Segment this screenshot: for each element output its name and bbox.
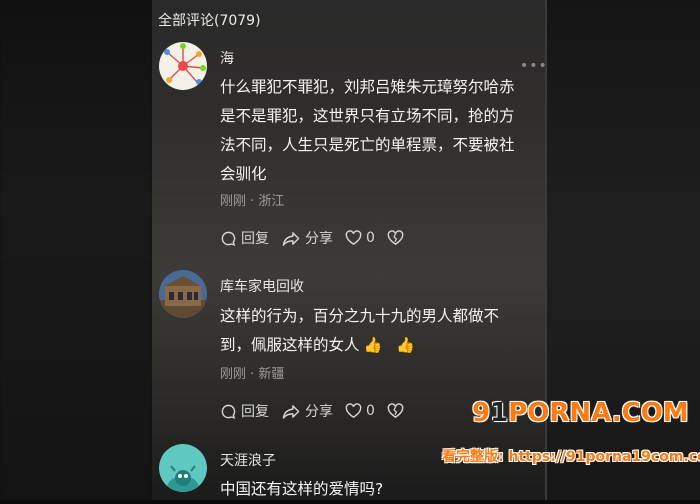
avatar[interactable] <box>159 42 207 90</box>
watermark-logo-prefix: 9 <box>472 398 491 428</box>
reply-label: 回复 <box>241 231 269 247</box>
comment-text-fragment: 到，佩服这样的女人 <box>220 336 360 354</box>
reply-button[interactable]: 回复 <box>220 228 269 248</box>
like-count: 0 <box>366 403 375 419</box>
broken-heart-icon <box>387 230 404 245</box>
broken-heart-icon <box>387 403 404 418</box>
reply-icon <box>221 404 236 419</box>
like-count: 0 <box>366 230 375 246</box>
watermark-logo: 91PORNA.COM <box>472 398 689 428</box>
share-button[interactable]: 分享 <box>281 401 333 421</box>
watermark-logo-one: 1 <box>490 398 509 428</box>
share-label: 分享 <box>305 231 333 247</box>
comment-text: 什么罪犯不罪犯，刘邦吕雉朱元璋努尔哈赤 是不是罪犯，这世界只有立场不同，抢的方 … <box>220 73 538 189</box>
comment-username[interactable]: 库车家电回收 <box>220 276 304 296</box>
avatar[interactable] <box>159 270 207 318</box>
thumbs-up-emoji: 👍 <box>363 336 383 354</box>
like-button[interactable]: 0 <box>345 230 375 246</box>
comment-username[interactable]: 天涯浪子 <box>220 450 276 470</box>
share-icon <box>282 404 300 419</box>
like-button[interactable]: 0 <box>345 403 375 419</box>
comment-text-line-with-emoji: 到，佩服这样的女人 👍 👍 <box>220 331 538 360</box>
background-video-left <box>0 0 152 500</box>
comment-text-line: 什么罪犯不罪犯，刘邦吕雉朱元璋努尔哈赤 <box>220 78 515 96</box>
comment-text: 这样的行为，百分之九十九的男人都做不 到，佩服这样的女人 👍 👍 <box>220 302 538 360</box>
share-icon <box>282 231 300 246</box>
comment-text-line: 法不同，人生只是死亡的单程票，不要被社 <box>220 136 515 154</box>
watermark-text: 看完整版: https://91porna19com.com <box>442 449 700 465</box>
watermark-logo-rest: PORNA.COM <box>508 398 689 428</box>
dislike-button[interactable] <box>387 403 408 419</box>
thumbs-up-emoji: 👍 <box>396 336 415 354</box>
comment-meta: 刚刚 · 新疆 <box>220 367 285 382</box>
avatar[interactable] <box>159 444 207 492</box>
share-label: 分享 <box>305 404 333 420</box>
share-button[interactable]: 分享 <box>281 228 333 248</box>
comment-actions: 回复 分享 0 <box>220 401 420 421</box>
heart-icon <box>345 230 362 245</box>
dislike-button[interactable] <box>387 230 408 246</box>
comment-text-line: 这样的行为，百分之九十九的男人都做不 <box>220 307 500 325</box>
comment-meta: 刚刚 · 浙江 <box>220 194 285 209</box>
comment-actions: 回复 分享 0 <box>220 228 420 248</box>
heart-icon <box>345 403 362 418</box>
ellipsis-icon[interactable]: ••• <box>520 58 548 74</box>
reply-label: 回复 <box>241 404 269 420</box>
comment-text-line: 是不是罪犯，这世界只有立场不同，抢的方 <box>220 107 515 125</box>
watermark: 91PORNA.COM 看完整版: https://91porna19com.c… <box>442 398 700 478</box>
comment-username[interactable]: 海 <box>220 48 234 68</box>
reply-icon <box>221 231 236 246</box>
comments-header: 全部评论(7079) <box>158 13 261 29</box>
reply-button[interactable]: 回复 <box>220 401 269 421</box>
comment-text-line: 会驯化 <box>220 165 267 183</box>
